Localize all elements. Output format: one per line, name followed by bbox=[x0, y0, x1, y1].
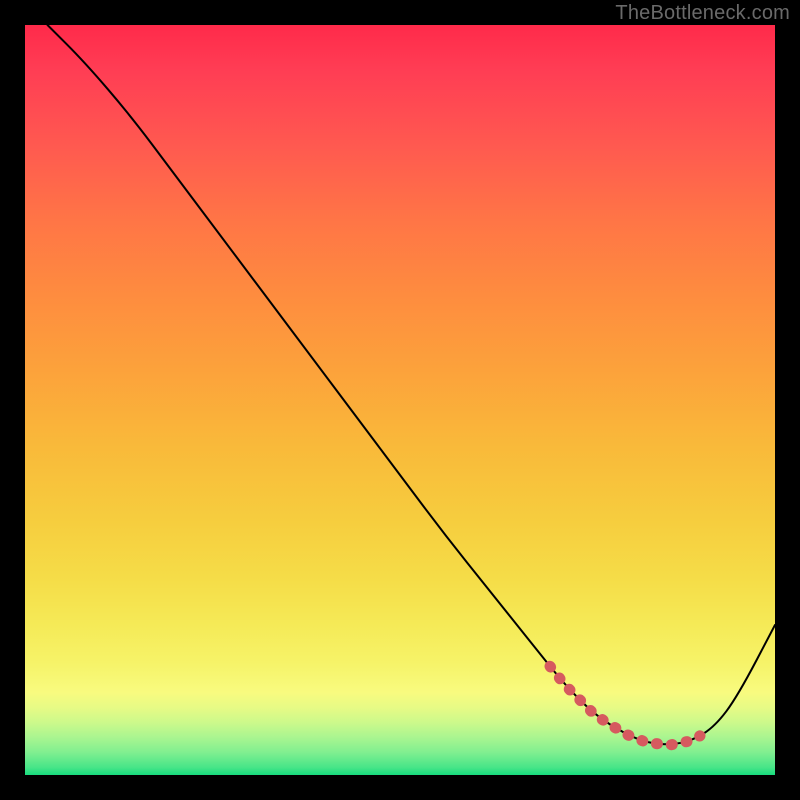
bottleneck-curve bbox=[48, 25, 776, 744]
chart-area bbox=[25, 25, 775, 775]
watermark-text: TheBottleneck.com bbox=[615, 2, 790, 25]
optimal-range-marker bbox=[550, 666, 700, 745]
chart-svg bbox=[25, 25, 775, 775]
